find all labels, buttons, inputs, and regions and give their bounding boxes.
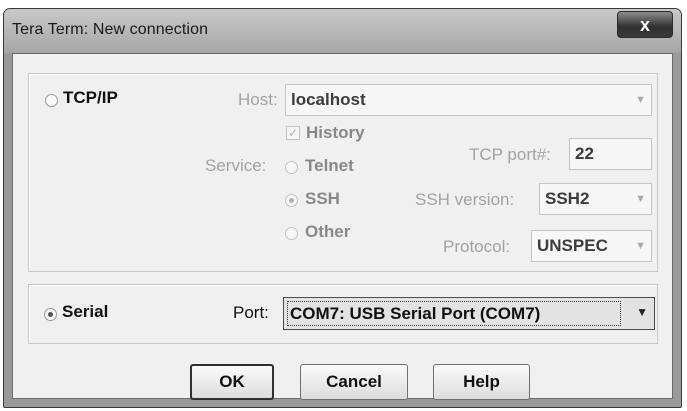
ssh-label[interactable]: SSH	[305, 189, 340, 209]
protocol-select[interactable]: UNSPEC ▼	[531, 230, 652, 262]
ssh-version-value: SSH2	[545, 189, 590, 208]
port-label: Port:	[233, 303, 269, 322]
other-radio[interactable]	[285, 227, 298, 240]
tcp-port-label: TCP port#:	[469, 145, 551, 164]
tcp-port-value: 22	[575, 144, 594, 163]
serial-port-value: COM7: USB Serial Port (COM7)	[287, 301, 621, 326]
tcpip-group: TCP/IP Host: localhost ▼ ✓ History Servi…	[28, 73, 658, 272]
cancel-button[interactable]: Cancel	[300, 364, 408, 400]
serial-port-select[interactable]: COM7: USB Serial Port (COM7) ▼	[283, 297, 655, 330]
title-bar: Tera Term: New connection x	[4, 9, 681, 53]
history-checkbox[interactable]: ✓	[286, 126, 300, 140]
serial-label[interactable]: Serial	[62, 302, 108, 322]
chevron-down-icon[interactable]: ▼	[636, 305, 648, 319]
tcpip-radio[interactable]	[45, 94, 58, 107]
chevron-down-icon[interactable]: ▼	[635, 85, 646, 115]
history-label[interactable]: History	[306, 123, 365, 143]
host-label: Host:	[238, 90, 278, 109]
tcp-port-input[interactable]: 22	[569, 138, 652, 170]
ssh-version-select[interactable]: SSH2 ▼	[539, 183, 652, 215]
dialog-window: Tera Term: New connection x TCP/IP Host:…	[3, 8, 682, 408]
dialog-client: TCP/IP Host: localhost ▼ ✓ History Servi…	[12, 53, 673, 400]
telnet-radio[interactable]	[285, 161, 298, 174]
close-button[interactable]: x	[617, 11, 673, 38]
other-label[interactable]: Other	[305, 222, 350, 242]
telnet-label[interactable]: Telnet	[305, 156, 354, 176]
serial-radio[interactable]	[44, 308, 57, 321]
tcpip-label[interactable]: TCP/IP	[63, 88, 118, 108]
ssh-radio[interactable]	[285, 194, 298, 207]
close-icon: x	[639, 15, 650, 35]
help-button[interactable]: Help	[433, 364, 530, 400]
window-title: Tera Term: New connection	[12, 21, 209, 38]
chevron-down-icon[interactable]: ▼	[635, 231, 646, 261]
host-combobox[interactable]: localhost ▼	[285, 84, 652, 116]
service-label: Service:	[205, 156, 267, 175]
ok-button[interactable]: OK	[190, 364, 274, 400]
ssh-version-label: SSH version:	[415, 190, 515, 209]
protocol-label: Protocol:	[443, 237, 511, 256]
host-value: localhost	[291, 90, 366, 109]
chevron-down-icon[interactable]: ▼	[635, 184, 646, 214]
protocol-value: UNSPEC	[537, 236, 608, 255]
